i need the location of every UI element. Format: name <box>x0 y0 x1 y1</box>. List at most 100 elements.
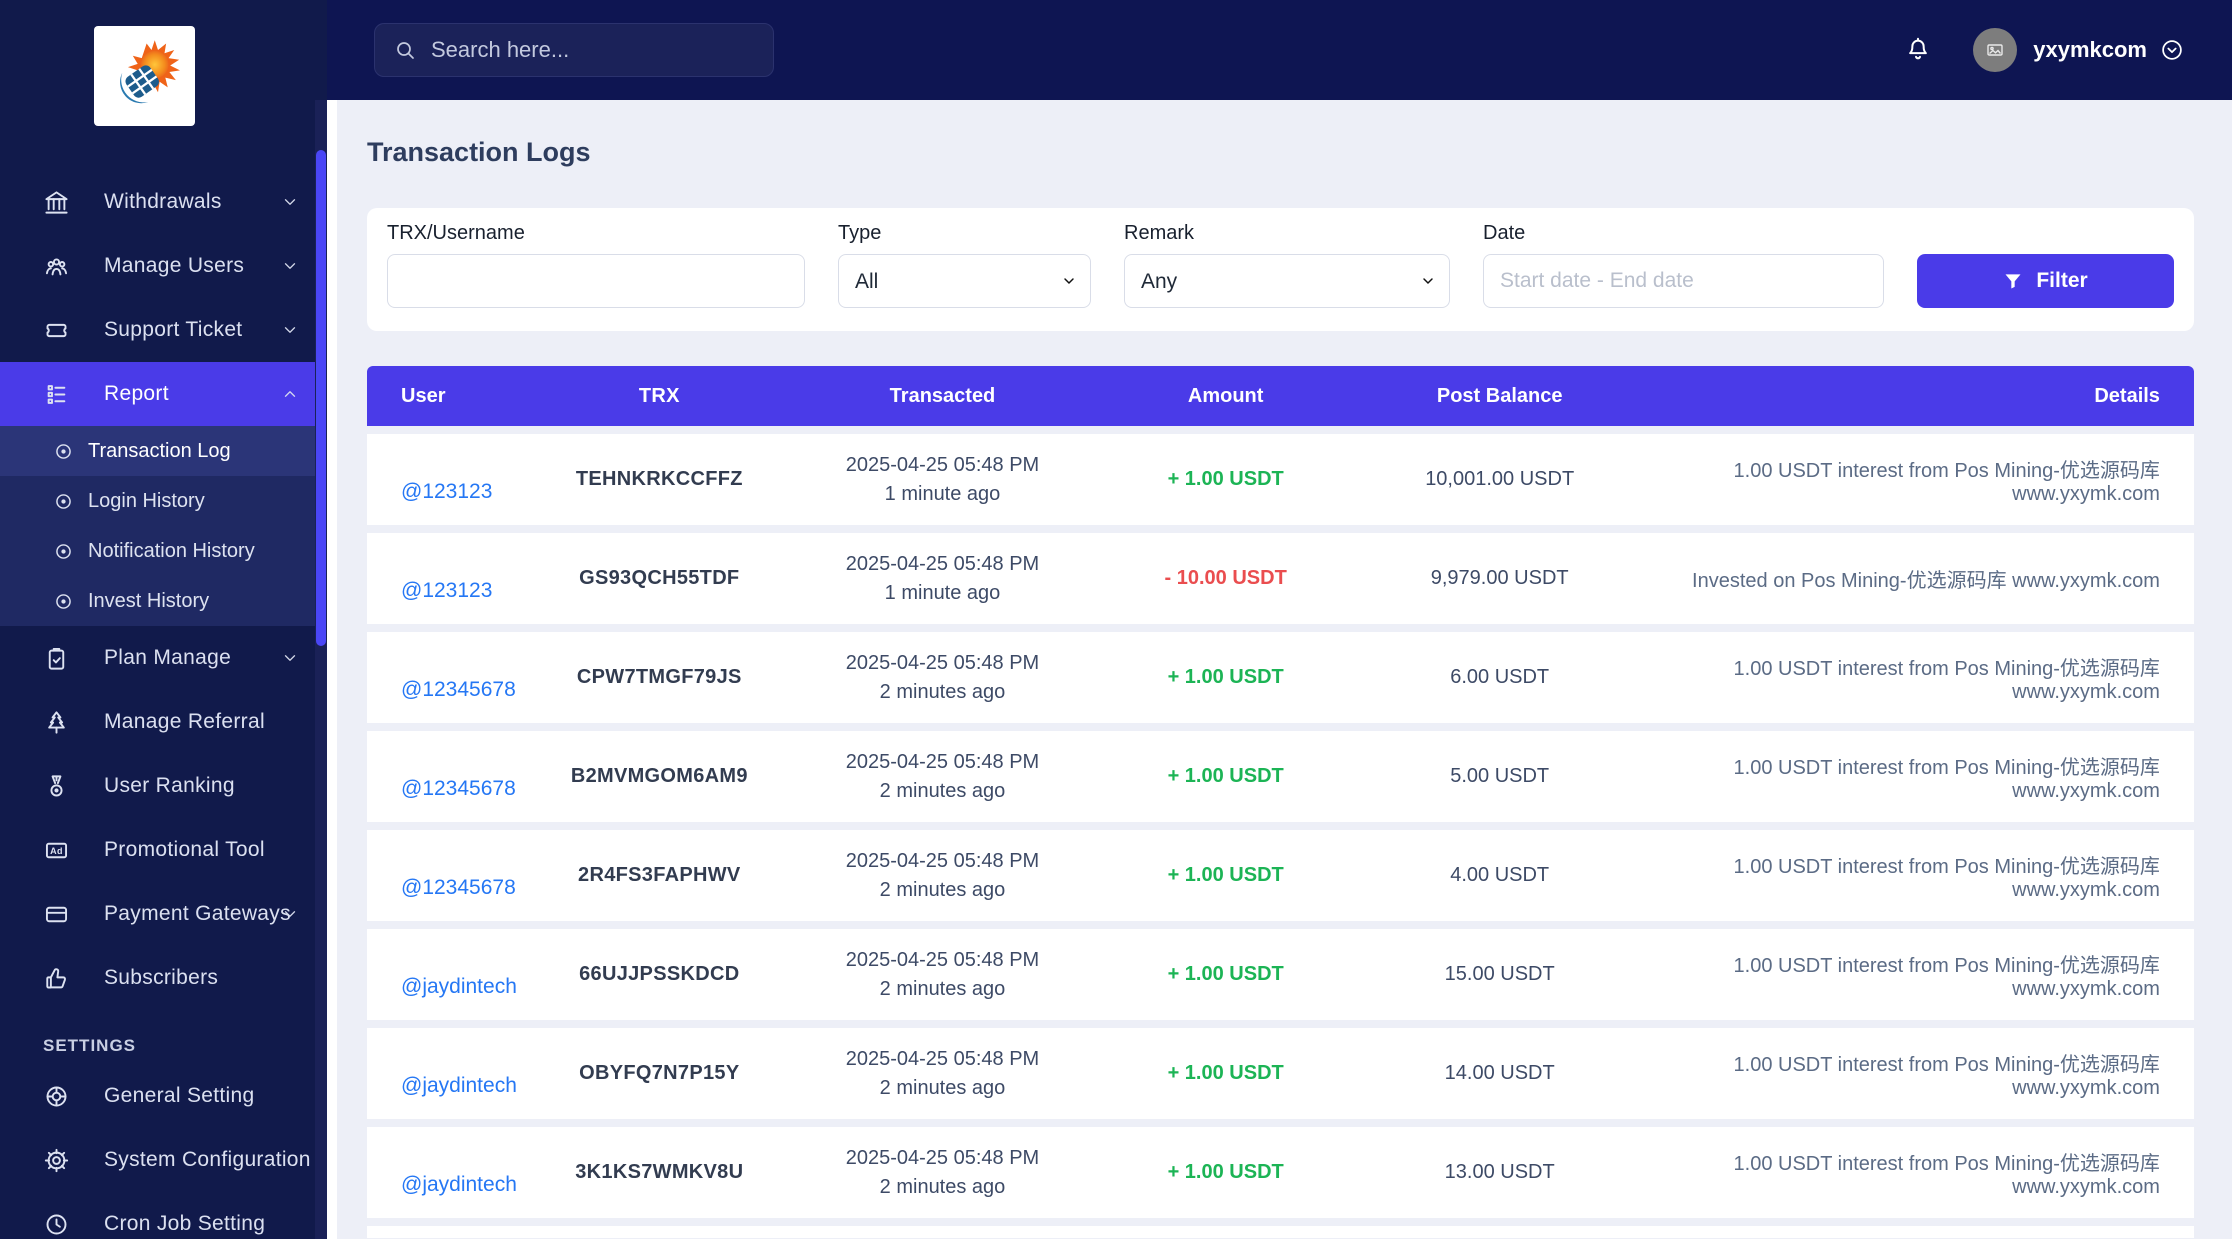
content: Transaction Logs TRX/Username Type All R… <box>327 100 2232 1239</box>
sidebar-item-manage-users[interactable]: Manage Users <box>0 234 327 298</box>
transacted-cell: 2025-04-25 05:48 PM 2 minutes ago <box>845 1146 1040 1198</box>
post-balance-cell: 4.00 USDT <box>1450 864 1550 886</box>
sidebar: Withdrawals Manage Users Support Ticket <box>0 0 327 1239</box>
brand-logo[interactable] <box>94 26 195 126</box>
sidebar-item-support-ticket[interactable]: Support Ticket <box>0 298 327 362</box>
post-balance-cell: 10,001.00 USDT <box>1425 468 1575 490</box>
trx-code: B2MVMGOM6AM9 <box>570 765 748 787</box>
col-header-post-balance: Post Balance <box>1436 384 1563 407</box>
amount-cell: + 1.00 USDT <box>1167 468 1284 490</box>
app-root: Withdrawals Manage Users Support Ticket <box>0 0 2232 1239</box>
trx-username-input[interactable] <box>387 254 805 308</box>
post-balance-cell: 5.00 USDT <box>1450 765 1550 787</box>
sidebar-item-report[interactable]: Report <box>0 362 327 426</box>
filter-field-type: Type All <box>838 222 1091 308</box>
medal-icon <box>43 773 70 800</box>
svg-text:Ad: Ad <box>50 846 63 856</box>
sidebar-item-system-configuration[interactable]: System Configuration <box>0 1128 327 1192</box>
trx-code: 2R4FS3FAPHWV <box>578 864 741 886</box>
sidebar-item-notification-history[interactable]: Notification History <box>0 526 327 576</box>
table-row: @12345678 B2MVMGOM6AM9 2025-04-25 05:48 … <box>367 731 2194 822</box>
user-link[interactable]: @12345678 <box>401 876 516 900</box>
report-submenu: Transaction Log Login History Notificati… <box>0 426 327 626</box>
sidebar-item-label: Payment Gateways <box>104 902 291 925</box>
sidebar-item-invest-history[interactable]: Invest History <box>0 576 327 626</box>
sidebar-item-manage-referral[interactable]: Manage Referral <box>0 690 327 754</box>
amount-cell: + 1.00 USDT <box>1167 963 1284 985</box>
sidebar-item-label: Invest History <box>88 589 210 612</box>
user-link[interactable]: @123123 <box>401 480 492 504</box>
user-link[interactable]: @jaydintech <box>401 1074 517 1098</box>
sidebar-item-user-ranking[interactable]: User Ranking <box>0 754 327 818</box>
transacted-cell: 2025-04-25 05:48 PM 2 minutes ago <box>845 948 1040 1000</box>
user-link[interactable]: @12345678 <box>401 678 516 702</box>
remark-select[interactable]: Any <box>1124 254 1450 308</box>
notifications-bell-icon[interactable] <box>1903 34 1933 66</box>
sidebar-item-label: Manage Referral <box>104 710 265 733</box>
amount-cell: + 1.00 USDT <box>1167 864 1284 886</box>
sidebar-item-general-setting[interactable]: General Setting <box>0 1064 327 1128</box>
table-row: @12345678 2R4FS3FAPHWV 2025-04-25 05:48 … <box>367 830 2194 921</box>
sidebar-item-label: Support Ticket <box>104 318 243 341</box>
details-cell: Invested on Pos Mining-优选源码库 www.yxymk.c… <box>1692 570 2160 592</box>
topbar-right: yxymkcom <box>1903 28 2185 72</box>
post-balance-cell: 9,979.00 USDT <box>1430 567 1569 589</box>
transacted-cell: 2025-04-25 05:48 PM 2 minutes ago <box>845 750 1040 802</box>
sidebar-item-withdrawals[interactable]: Withdrawals <box>0 170 327 234</box>
filter-button[interactable]: Filter <box>1917 254 2174 308</box>
sidebar-item-label: Manage Users <box>104 254 245 277</box>
filter-field-trx-username: TRX/Username <box>387 222 805 308</box>
date-range-input[interactable] <box>1483 254 1884 308</box>
user-link[interactable]: @12345678 <box>401 777 516 801</box>
tree-icon <box>43 709 70 736</box>
settings-section-header: SETTINGS <box>43 1036 137 1055</box>
sidebar-scrollbar-thumb[interactable] <box>316 150 326 646</box>
ticket-icon <box>43 317 70 344</box>
sidebar-item-cron-job-setting[interactable]: Cron Job Setting <box>0 1192 327 1239</box>
topbar: yxymkcom <box>327 0 2232 100</box>
circle-dot-icon <box>53 591 74 612</box>
sidebar-item-payment-gateways[interactable]: Payment Gateways <box>0 882 327 946</box>
trx-code: CPW7TMGF79JS <box>576 666 742 688</box>
sidebar-item-label: Subscribers <box>104 966 219 989</box>
funnel-icon <box>2005 274 2021 289</box>
amount-cell: + 1.00 USDT <box>1167 765 1284 787</box>
trx-code: 3K1KS7WMKV8U <box>575 1161 744 1183</box>
chevron-down-icon <box>281 649 299 667</box>
type-label: Type <box>838 222 882 244</box>
filter-button-wrap: Filter <box>1917 254 2174 308</box>
table-row: @12345678 CPW7TMGF79JS 2025-04-25 05:48 … <box>367 632 2194 723</box>
sidebar-item-label: Withdrawals <box>104 190 222 213</box>
trx-code: OBYFQ7N7P15Y <box>579 1062 740 1084</box>
transacted-cell: 2025-04-25 05:48 PM 2 minutes ago <box>845 1047 1040 1099</box>
clipboard-icon <box>43 645 70 672</box>
post-balance-cell: 14.00 USDT <box>1444 1062 1555 1084</box>
sidebar-item-subscribers[interactable]: Subscribers <box>0 946 327 1010</box>
sidebar-item-transaction-log[interactable]: Transaction Log <box>0 426 327 476</box>
logo-icon <box>119 40 180 104</box>
user-link[interactable]: @123123 <box>401 579 492 603</box>
details-cell: 1.00 USDT interest from Pos Mining-优选源码库… <box>1733 1053 2160 1099</box>
table-row: @jaydintech OBYFQ7N7P15Y 2025-04-25 05:4… <box>367 1028 2194 1119</box>
filter-card: TRX/Username Type All Remark Any Date St… <box>367 208 2194 331</box>
user-avatar[interactable] <box>1973 28 2018 72</box>
image-placeholder-icon <box>1987 44 2003 56</box>
sidebar-item-label: Login History <box>88 489 205 512</box>
type-select[interactable]: All <box>838 254 1091 308</box>
table-row: @jaydintech 66UJJPSSKDCD 2025-04-25 05:4… <box>367 929 2194 1020</box>
chevron-down-icon <box>281 321 299 339</box>
details-cell: 1.00 USDT interest from Pos Mining-优选源码库… <box>1733 756 2160 802</box>
amount-cell: + 1.00 USDT <box>1167 1062 1284 1084</box>
transacted-cell: 2025-04-25 05:48 PM 2 minutes ago <box>845 651 1040 703</box>
sidebar-nav: Withdrawals Manage Users Support Ticket <box>0 170 327 1239</box>
username[interactable]: yxymkcom <box>2033 37 2147 63</box>
user-menu-chevron-icon[interactable] <box>2159 37 2185 63</box>
sidebar-item-promotional-tool[interactable]: Ad Promotional Tool <box>0 818 327 882</box>
sidebar-item-plan-manage[interactable]: Plan Manage <box>0 626 327 690</box>
user-link[interactable]: @jaydintech <box>401 1173 517 1197</box>
col-header-amount: Amount <box>1187 384 1264 407</box>
user-link[interactable]: @jaydintech <box>401 975 517 999</box>
users-icon <box>43 253 70 280</box>
search-input[interactable] <box>431 37 755 63</box>
sidebar-item-login-history[interactable]: Login History <box>0 476 327 526</box>
